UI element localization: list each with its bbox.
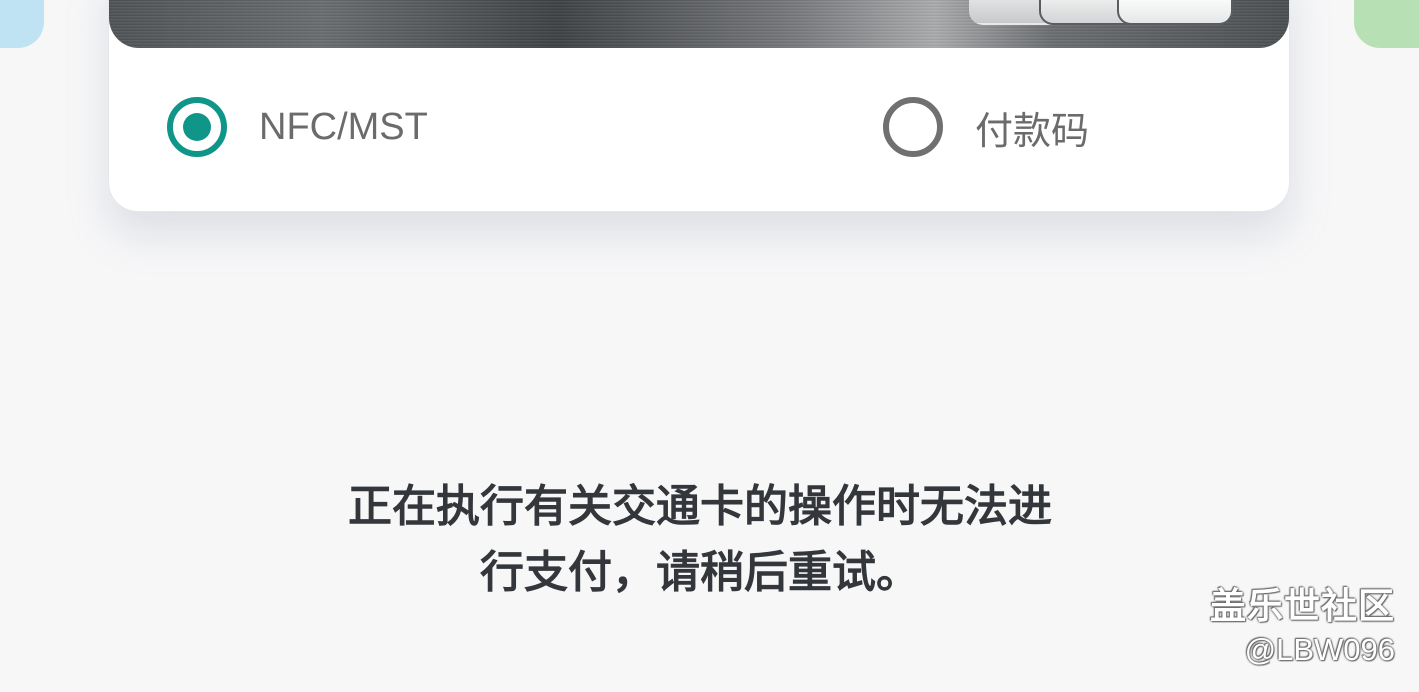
- message-line-1: 正在执行有关交通卡的操作时无法进: [348, 481, 1052, 532]
- nfc-mst-label: NFC/MST: [259, 105, 428, 148]
- transit-card-warning-message: 正在执行有关交通卡的操作时无法进 行支付，请稍后重试。: [220, 474, 1180, 606]
- watermark-title: 盖乐世社区: [1209, 586, 1395, 627]
- payment-card-panel: NFC/MST 付款码: [108, 0, 1290, 212]
- payment-code-option[interactable]: 付款码: [883, 91, 1089, 163]
- watermark: 盖乐世社区 @LBW096: [1210, 584, 1395, 670]
- side-card-right[interactable]: [1354, 0, 1419, 48]
- watermark-user: @LBW096: [1244, 632, 1395, 667]
- nfc-mst-radio-icon[interactable]: [167, 97, 227, 157]
- nfc-mst-option[interactable]: NFC/MST: [167, 91, 428, 163]
- message-line-2: 行支付，请稍后重试。: [480, 547, 920, 598]
- payment-code-label: 付款码: [975, 110, 1090, 153]
- side-card-left[interactable]: [0, 0, 44, 48]
- payment-code-radio-icon[interactable]: [883, 97, 943, 157]
- card-decoration: [1117, 0, 1233, 25]
- card-image[interactable]: [109, 0, 1289, 48]
